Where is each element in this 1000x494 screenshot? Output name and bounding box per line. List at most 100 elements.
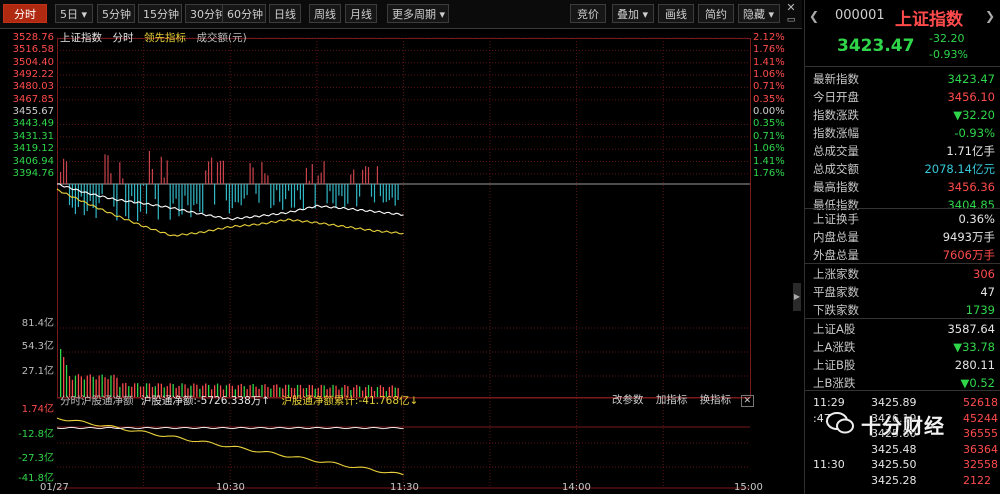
lead-bar [305, 167, 307, 184]
lead-bar [110, 173, 112, 184]
tick-volume: 36364 [963, 442, 998, 456]
lead-bar [276, 184, 278, 191]
stat-row: 上涨家数 306 [813, 265, 997, 283]
lead-bar [92, 184, 94, 209]
legend-volume: 成交额(元) [196, 32, 247, 44]
stat-value: ▼32.20 [953, 108, 995, 122]
tab-5day-label: 5日 [60, 8, 78, 21]
cum-label: 沪股通净额累计: [281, 395, 359, 407]
time-label: 10:30 [216, 482, 245, 493]
overlay-button[interactable]: 叠加 ▾ [612, 4, 654, 23]
collapse-handle[interactable]: ▶ [793, 283, 801, 311]
stat-label: 上证A股 [813, 322, 856, 336]
lead-bar [279, 184, 281, 202]
stat-value: 3456.10 [947, 90, 995, 104]
lead-bar [320, 172, 322, 184]
chevron-right-icon[interactable]: ❯ [985, 9, 995, 23]
lead-bar [175, 184, 177, 199]
tab-15min[interactable]: 15分钟 [138, 4, 182, 23]
close-icon[interactable]: ✕ [783, 2, 799, 14]
lead-bar [391, 184, 393, 198]
tick-volume: 52618 [963, 396, 998, 409]
lead-bar [335, 184, 337, 209]
percent-tick-label: 1.76% [753, 44, 785, 56]
stat-value: 280.11 [954, 358, 995, 372]
stat-row: 上证A股 3587.64 [813, 320, 997, 338]
lead-bar [347, 184, 349, 204]
north-tick-label: -27.3亿 [18, 453, 54, 464]
stat-label: 最高指数 [813, 180, 859, 194]
percent-tick-label: 1.06% [753, 143, 785, 155]
lead-bar [359, 184, 361, 197]
legend-index: 上证指数 [60, 32, 102, 44]
lead-bar [270, 184, 272, 209]
chevron-left-icon[interactable]: ❮ [809, 9, 819, 23]
close-icon[interactable]: ✕ [740, 395, 755, 407]
grid [57, 37, 750, 488]
lead-bar [249, 163, 251, 184]
lead-bar [122, 178, 124, 184]
overlay-label: 叠加 [617, 8, 639, 21]
lead-bar [282, 184, 284, 210]
lead-bar [211, 157, 213, 184]
price-tick-label: 3467.85 [12, 93, 54, 105]
change-params-button[interactable]: 改参数 [612, 394, 644, 406]
tick-volume: 32558 [963, 458, 998, 471]
time-label: 15:00 [734, 482, 763, 493]
stat-label: 最新指数 [813, 72, 859, 86]
lead-bar [353, 169, 355, 184]
lead-bar [382, 184, 384, 203]
switch-indicator-button[interactable]: 换指标 [700, 394, 732, 406]
tab-5day[interactable]: 5日 ▾ [55, 4, 93, 23]
draw-line-button[interactable]: 画线 [658, 4, 694, 23]
percent-tick-label: 1.41% [753, 155, 785, 167]
tick-row: 3425.28 2122 [813, 473, 997, 488]
lead-bar [376, 166, 378, 184]
restore-icon[interactable]: ▭ [783, 14, 799, 26]
tick-volume: 45244 [963, 411, 998, 425]
intraday-chart: 上证指数 分时 领先指标 成交额(元) 3528.76 3516.58 3504.4… [0, 28, 802, 494]
tick-price: 3425.50 [871, 458, 917, 471]
divider [805, 318, 1000, 319]
tab-more-periods[interactable]: 更多周期 ▾ [387, 4, 449, 23]
net-label: 沪股通净额: [140, 395, 197, 407]
tab-5min[interactable]: 5分钟 [97, 4, 135, 23]
tab-weekly[interactable]: 周线 [309, 4, 341, 23]
price-tick-label: 3504.40 [12, 56, 54, 68]
lead-bar [154, 184, 156, 200]
chart-canvas [56, 37, 751, 489]
hide-button[interactable]: 隐藏 ▾ [738, 4, 780, 23]
lead-bar [219, 160, 222, 184]
lead-bar [95, 184, 97, 218]
tab-daily[interactable]: 日线 [269, 4, 301, 23]
percent-tick-label: 0.35% [753, 93, 785, 105]
volume-bar [63, 357, 65, 397]
stat-label: 上涨家数 [813, 267, 859, 281]
tab-intraday[interactable]: 分时 [3, 4, 47, 23]
current-price: 3423.47 [837, 36, 915, 56]
lead-bar [273, 184, 275, 206]
lead-bar [60, 172, 62, 184]
stat-label: 下跌家数 [813, 303, 859, 317]
lead-bar [323, 161, 325, 184]
stat-value: 9493万手 [942, 230, 995, 244]
price-tick-label: 3480.03 [12, 81, 54, 93]
tick-volume: 36555 [963, 427, 998, 440]
lead-bar [214, 184, 216, 205]
add-indicator-button[interactable]: 加指标 [656, 394, 688, 406]
lead-bar [83, 184, 85, 216]
lead-bar [234, 184, 236, 203]
tab-monthly[interactable]: 月线 [345, 4, 377, 23]
tab-60min[interactable]: 60分钟 [222, 4, 266, 23]
lead-bar [104, 154, 106, 184]
lead-bar [205, 170, 207, 184]
stat-label: 上A涨跌 [813, 340, 856, 354]
lead-bar [80, 184, 82, 197]
auction-button[interactable]: 竞价 [570, 4, 606, 23]
lead-bar [208, 161, 210, 184]
simple-button[interactable]: 简约 [698, 4, 734, 23]
chevron-down-icon: ▾ [81, 8, 88, 21]
lead-bar [373, 184, 376, 203]
lead-bar [116, 184, 118, 221]
lead-bar [237, 184, 239, 203]
